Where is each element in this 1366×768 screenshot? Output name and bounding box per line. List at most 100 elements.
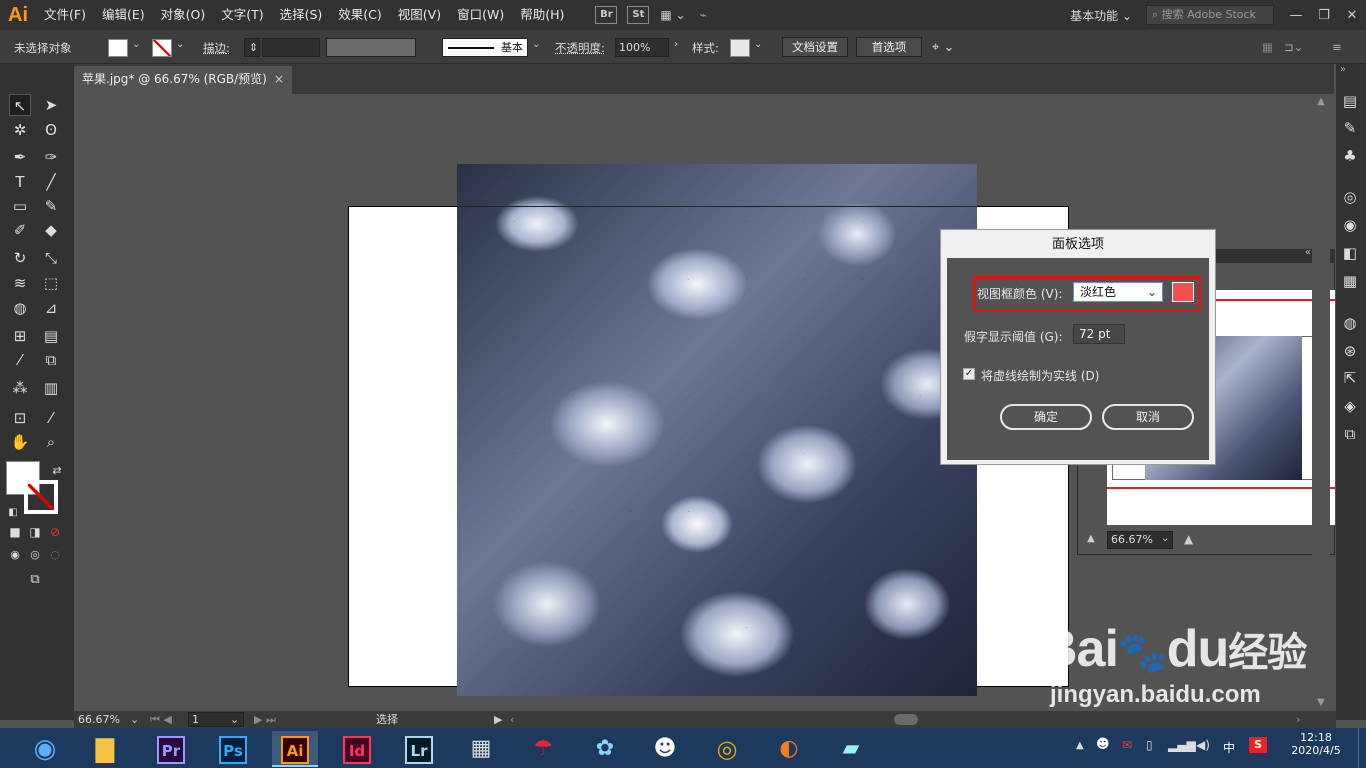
tray-device-icon[interactable]: ▯ — [1146, 738, 1153, 752]
first-artboard-icon[interactable]: ⏮ ◀ — [150, 711, 172, 728]
opacity-label[interactable]: 不透明度: — [555, 40, 605, 56]
show-desktop-button[interactable] — [1358, 728, 1366, 768]
transparency-panel-icon[interactable]: ▦ — [1337, 270, 1363, 292]
rotate-tool-icon[interactable]: ↻ — [9, 247, 31, 269]
shape-builder-tool-icon[interactable]: ◍ — [9, 297, 31, 319]
line-tool-icon[interactable]: ╱ — [40, 171, 62, 193]
threshold-input[interactable]: 72 pt — [1073, 324, 1125, 344]
status-zoom[interactable]: 66.67% — [78, 711, 120, 728]
document-setup-button[interactable]: 文档设置 — [782, 37, 848, 57]
minimize-button[interactable]: — — [1282, 8, 1310, 23]
fill-swatch[interactable] — [108, 39, 128, 57]
stroke-panel-icon[interactable]: ◉ — [1337, 214, 1363, 236]
ok-button[interactable]: 确定 — [1000, 404, 1092, 430]
symbol-sprayer-tool-icon[interactable]: ⁂ — [9, 377, 31, 399]
taskbar-app-id[interactable]: Id — [334, 731, 380, 767]
brushes-panel-icon[interactable]: ✎ — [1337, 117, 1363, 139]
ime-indicator[interactable]: 中 — [1223, 739, 1235, 756]
chevron-down-icon[interactable]: ⌄ — [532, 39, 540, 50]
clock[interactable]: 12:18 2020/4/5 — [1290, 731, 1342, 757]
transfer-app-icon[interactable]: ◐ — [766, 731, 812, 767]
slice-tool-icon[interactable]: ⁄ — [40, 407, 62, 429]
scroll-right-icon[interactable]: › — [1296, 711, 1300, 728]
menu-type[interactable]: 文字(T) — [213, 0, 271, 30]
free-transform-tool-icon[interactable]: ⬚ — [40, 272, 62, 294]
draw-behind-icon[interactable]: ◎ — [24, 544, 46, 566]
chevron-right-icon[interactable]: › — [674, 39, 678, 50]
view-box-color-select[interactable]: 淡红色 ⌄ — [1073, 282, 1163, 302]
libraries-panel-icon[interactable]: ◎ — [1337, 186, 1363, 208]
zoom-tool-icon[interactable]: ⌕ — [40, 431, 62, 453]
arrange-documents-icon[interactable]: ▦ ⌄ — [660, 8, 685, 22]
direct-selection-tool-icon[interactable]: ➤ — [40, 94, 62, 116]
bridge-button[interactable]: Br — [595, 6, 618, 24]
eyedropper-tool-icon[interactable]: ⁄ — [9, 349, 31, 371]
tray-qq-icon[interactable]: ☻ — [1096, 737, 1110, 752]
style-swatch[interactable] — [730, 39, 750, 57]
transform-icon[interactable]: ⊐⌄ — [1284, 40, 1303, 54]
column-graph-tool-icon[interactable]: ▥ — [40, 377, 62, 399]
chat-bird-icon[interactable]: ✿ — [582, 731, 628, 767]
menu-select[interactable]: 选择(S) — [272, 0, 331, 30]
chevron-down-icon[interactable]: ⌄ — [132, 39, 140, 50]
sogou-icon[interactable]: S — [1249, 737, 1267, 753]
stock-search-input[interactable]: ⌕ 搜索 Adobe Stock — [1146, 5, 1274, 25]
menu-object[interactable]: 对象(O) — [153, 0, 214, 30]
menu-help[interactable]: 帮助(H) — [512, 0, 572, 30]
paintbrush-tool-icon[interactable]: ✎ — [40, 195, 62, 217]
width-tool-icon[interactable]: ≋ — [9, 272, 31, 294]
variable-width-profile[interactable] — [326, 38, 416, 57]
volume-icon[interactable]: ◀) — [1196, 738, 1210, 752]
draw-inside-icon[interactable]: ◌ — [44, 544, 66, 566]
chrome-icon[interactable]: ◎ — [704, 731, 750, 767]
menu-view[interactable]: 视图(V) — [390, 0, 449, 30]
color-mode-icon[interactable]: ■ — [4, 521, 26, 543]
chevron-down-icon[interactable]: ⌄ — [754, 39, 762, 50]
chevron-down-icon[interactable]: ⌄ — [230, 711, 239, 728]
menu-window[interactable]: 窗口(W) — [449, 0, 512, 30]
solid-lines-checkbox[interactable]: ✓ — [963, 368, 975, 380]
stroke-label[interactable]: 描边: — [203, 40, 230, 56]
selection-tool-icon[interactable]: ↖ — [9, 94, 31, 116]
gpu-icon[interactable]: ⌁ — [700, 8, 707, 22]
shaper-tool-icon[interactable]: ✐ — [9, 219, 31, 241]
mesh-tool-icon[interactable]: ⊞ — [9, 325, 31, 347]
perspective-grid-tool-icon[interactable]: ⊿ — [40, 297, 62, 319]
arrange-icon[interactable]: ⌖ ⌄ — [932, 40, 954, 55]
stroke-swatch[interactable] — [152, 39, 172, 57]
gradient-mode-icon[interactable]: ◨ — [24, 521, 46, 543]
hand-tool-icon[interactable]: ✋ — [9, 431, 31, 453]
artboard-tool-icon[interactable]: ⊡ — [9, 407, 31, 429]
collapse-dock-icon[interactable]: » — [1340, 64, 1346, 75]
stroke-weight-field[interactable] — [262, 38, 320, 57]
video-editor-icon[interactable]: ▦ — [458, 731, 504, 767]
color-panel-icon[interactable]: ▤ — [1337, 90, 1363, 112]
preferences-button[interactable]: 首选项 — [856, 37, 922, 57]
taskbar-app-pr[interactable]: Pr — [148, 731, 194, 767]
chevron-down-icon[interactable]: ⌄ — [176, 39, 184, 50]
lasso-tool-icon[interactable]: ʘ — [40, 119, 62, 141]
screen-mode-icon[interactable]: ⧉ — [24, 569, 46, 591]
file-explorer-icon[interactable]: ▇ — [82, 731, 128, 767]
rectangle-tool-icon[interactable]: ▭ — [9, 195, 31, 217]
cancel-button[interactable]: 取消 — [1102, 404, 1194, 430]
umbrella-app-icon[interactable]: ☂ — [520, 731, 566, 767]
blend-tool-icon[interactable]: ⧉ — [40, 349, 62, 371]
notepad-icon[interactable]: ▰ — [828, 731, 874, 767]
menu-edit[interactable]: 编辑(E) — [94, 0, 153, 30]
gradient-tool-icon[interactable]: ▤ — [40, 325, 62, 347]
start-button[interactable]: ◉ — [22, 731, 68, 767]
symbols-panel-icon[interactable]: ♣ — [1337, 145, 1363, 167]
tray-expand-icon[interactable]: ▲ — [1076, 740, 1084, 751]
pen-tool-icon[interactable]: ✒ — [9, 146, 31, 168]
chevron-down-icon[interactable]: ⌄ — [1161, 533, 1169, 544]
menu-file[interactable]: 文件(F) — [36, 0, 94, 30]
align-icon[interactable]: ▦ — [1262, 40, 1273, 54]
zoom-out-icon[interactable]: ▲ — [1087, 533, 1095, 544]
taskbar-app-lr[interactable]: Lr — [396, 731, 442, 767]
stroke-color-swatch[interactable] — [24, 480, 58, 514]
restore-button[interactable]: ❐ — [1310, 8, 1338, 23]
status-menu-icon[interactable]: ▶ — [494, 711, 502, 728]
stock-button[interactable]: St — [627, 6, 650, 24]
scroll-left-icon[interactable]: ‹ — [510, 711, 514, 728]
